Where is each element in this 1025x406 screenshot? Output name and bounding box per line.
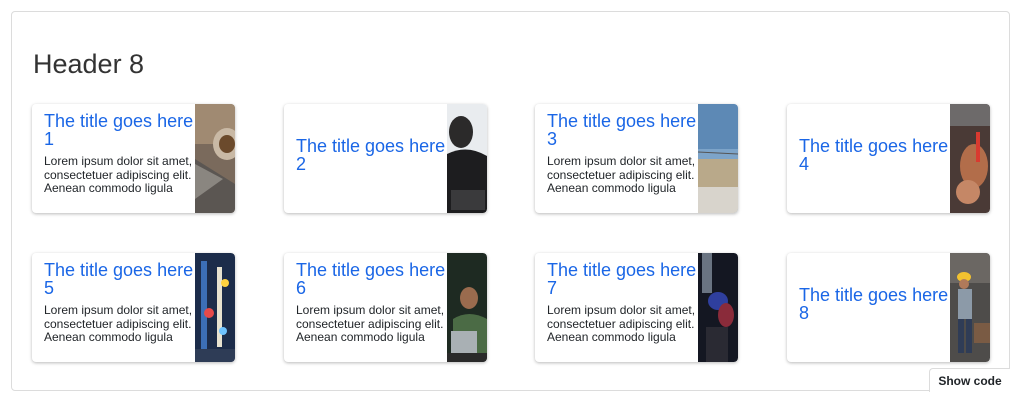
card-thumbnail [698,253,738,362]
card-text: Lorem ipsum dolor sit amet, consectetuer… [547,304,696,344]
card-thumbnail [950,104,990,213]
card-2[interactable]: The title goes here 2 [284,104,487,213]
card-thumbnail [195,253,235,362]
card-title[interactable]: The title goes here 4 [799,137,949,173]
card-title[interactable]: The title goes here 3 [547,112,697,148]
card-title[interactable]: The title goes here 6 [296,261,446,297]
card-3[interactable]: The title goes here 3 Lorem ipsum dolor … [535,104,738,213]
show-code-button[interactable]: Show code [929,368,1010,392]
card-thumbnail [698,104,738,213]
card-title[interactable]: The title goes here 1 [44,112,194,148]
card-title[interactable]: The title goes here 5 [44,261,194,297]
card-thumbnail [195,104,235,213]
card-1[interactable]: The title goes here 1 Lorem ipsum dolor … [32,104,235,213]
card-7[interactable]: The title goes here 7 Lorem ipsum dolor … [535,253,738,362]
page-title: Header 8 [33,49,145,79]
card-text: Lorem ipsum dolor sit amet, consectetuer… [44,155,193,195]
card-text: Lorem ipsum dolor sit amet, consectetuer… [296,304,445,344]
card-4[interactable]: The title goes here 4 [787,104,990,213]
card-thumbnail [447,104,487,213]
card-title[interactable]: The title goes here 7 [547,261,697,297]
card-title[interactable]: The title goes here 8 [799,286,949,322]
card-8[interactable]: The title goes here 8 [787,253,990,362]
card-5[interactable]: The title goes here 5 Lorem ipsum dolor … [32,253,235,362]
card-6[interactable]: The title goes here 6 Lorem ipsum dolor … [284,253,487,362]
card-thumbnail [447,253,487,362]
card-title[interactable]: The title goes here 2 [296,137,446,173]
card-thumbnail [950,253,990,362]
card-text: Lorem ipsum dolor sit amet, consectetuer… [547,155,696,195]
card-text: Lorem ipsum dolor sit amet, consectetuer… [44,304,193,344]
